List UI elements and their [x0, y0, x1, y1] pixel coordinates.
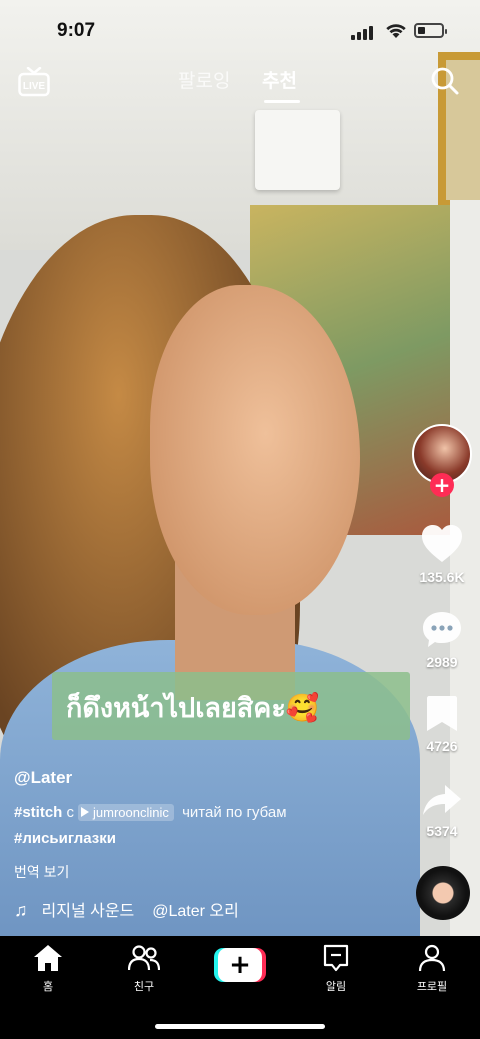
- active-tab-indicator: [264, 100, 300, 103]
- description-text: читай по губам: [182, 804, 287, 821]
- video-caption-sticker: ก็ดึงหน้าไปเลยสิคะ🥰: [52, 672, 410, 740]
- sound-row[interactable]: ♫ 리지널 사운드 @Later 오리: [14, 897, 239, 921]
- search-icon[interactable]: [430, 66, 460, 96]
- cellular-signal-icon: [351, 26, 373, 40]
- status-bar: 9:07: [0, 0, 480, 60]
- play-icon: [81, 807, 90, 817]
- home-icon: [34, 945, 62, 971]
- music-note-icon: ♫: [14, 900, 28, 920]
- wifi-icon: [386, 24, 406, 38]
- feed-tabs: 팔로잉 추천: [0, 66, 480, 106]
- nav-home-label: 홈: [42, 981, 54, 993]
- nav-friends[interactable]: 친구: [104, 944, 184, 994]
- battery-icon: [414, 23, 447, 38]
- plus-icon: +: [218, 948, 262, 982]
- stitch-source: jumroonclinic: [93, 805, 169, 820]
- share-count: 5374: [426, 823, 458, 839]
- nav-profile[interactable]: 프로필: [392, 944, 472, 994]
- sound-title: 리지널 사운드: [41, 903, 135, 920]
- comment-count: 2989: [426, 654, 458, 670]
- tab-following[interactable]: 팔로잉: [178, 66, 230, 93]
- background-wall-device: [255, 110, 340, 190]
- hashtag-lisiglazki[interactable]: #лисьиглазки: [14, 830, 116, 847]
- friends-icon: [127, 945, 161, 971]
- bookmark-icon[interactable]: [426, 695, 458, 733]
- comment-icon[interactable]: [421, 610, 463, 650]
- post-username[interactable]: @Later: [14, 768, 72, 788]
- post-description-line2: #лисьиглазки: [14, 830, 116, 847]
- nav-inbox-label: 알림: [325, 981, 347, 993]
- like-count: 135.6K: [419, 569, 465, 585]
- nav-inbox[interactable]: 알림: [296, 944, 376, 994]
- save-count: 4726: [426, 738, 458, 754]
- create-button[interactable]: +: [214, 948, 266, 982]
- translate-link[interactable]: 번역 보기: [14, 862, 69, 882]
- battery-level: [418, 27, 425, 34]
- tab-for-you[interactable]: 추천: [262, 66, 297, 93]
- sound-author: @Later 오리: [152, 903, 239, 920]
- home-indicator: [155, 1024, 325, 1029]
- nav-profile-label: 프로필: [416, 981, 448, 993]
- like-heart-icon[interactable]: [421, 524, 463, 564]
- follow-button[interactable]: +: [430, 473, 454, 497]
- hashtag-stitch[interactable]: #stitch: [14, 804, 62, 821]
- stitch-with: с: [66, 804, 75, 821]
- share-icon[interactable]: [421, 783, 463, 817]
- music-disc[interactable]: [416, 866, 470, 920]
- caption-text: ก็ดึงหน้าไปเลยสิคะ🥰: [66, 693, 320, 724]
- nav-friends-label: 친구: [133, 981, 155, 993]
- post-description-line1: #stitch с jumroonclinic читай по губам: [14, 804, 287, 821]
- profile-icon: [418, 944, 446, 972]
- video-player[interactable]: [0, 0, 480, 936]
- stitch-source-chip[interactable]: jumroonclinic: [78, 804, 174, 821]
- nav-home[interactable]: 홈: [8, 944, 88, 994]
- inbox-icon: [323, 944, 349, 972]
- status-time: 9:07: [57, 20, 96, 41]
